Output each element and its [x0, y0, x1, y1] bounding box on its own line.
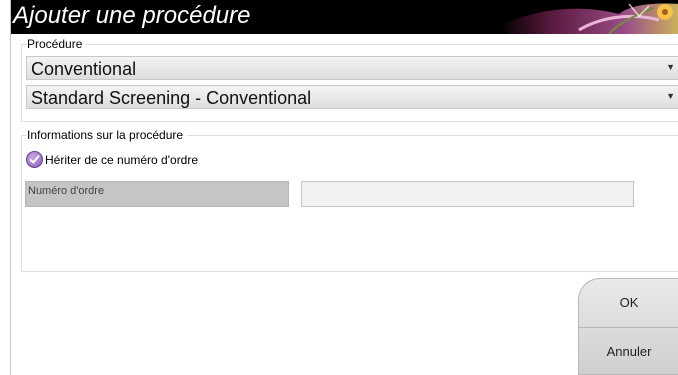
checkmark-icon	[29, 155, 40, 164]
background-edge	[0, 0, 10, 375]
dialog-title: Ajouter une procédure	[13, 2, 251, 29]
dialog-button-panel: OK Annuler	[578, 278, 678, 375]
procedure-group-label: Procédure	[27, 37, 87, 51]
procedure-name-value: Standard Screening - Conventional	[31, 88, 312, 108]
flower-banner-icon	[499, 3, 678, 34]
dialog-title-bar: Ajouter une procédure	[11, 0, 678, 34]
add-procedure-dialog: Ajouter une procédure Procédure Conventi…	[10, 0, 678, 375]
procedure-type-value: Conventional	[31, 59, 137, 79]
order-number-label: Numéro d'ordre	[28, 185, 105, 197]
order-number-input[interactable]	[301, 181, 634, 207]
inherit-order-number-checkbox[interactable]	[26, 151, 43, 168]
procedure-name-select[interactable]: Standard Screening - Conventional ▼	[26, 85, 678, 109]
ok-button[interactable]: OK	[579, 279, 678, 326]
cancel-button[interactable]: Annuler	[579, 327, 678, 374]
inherit-order-number-label: Hériter de ce numéro d'ordre	[45, 153, 199, 167]
procedure-info-group-label: Informations sur la procédure	[27, 128, 188, 142]
chevron-down-icon: ▼	[666, 91, 675, 101]
order-number-label-box: Numéro d'ordre	[25, 181, 289, 207]
procedure-type-select[interactable]: Conventional ▼	[26, 56, 678, 80]
chevron-down-icon: ▼	[666, 62, 675, 72]
